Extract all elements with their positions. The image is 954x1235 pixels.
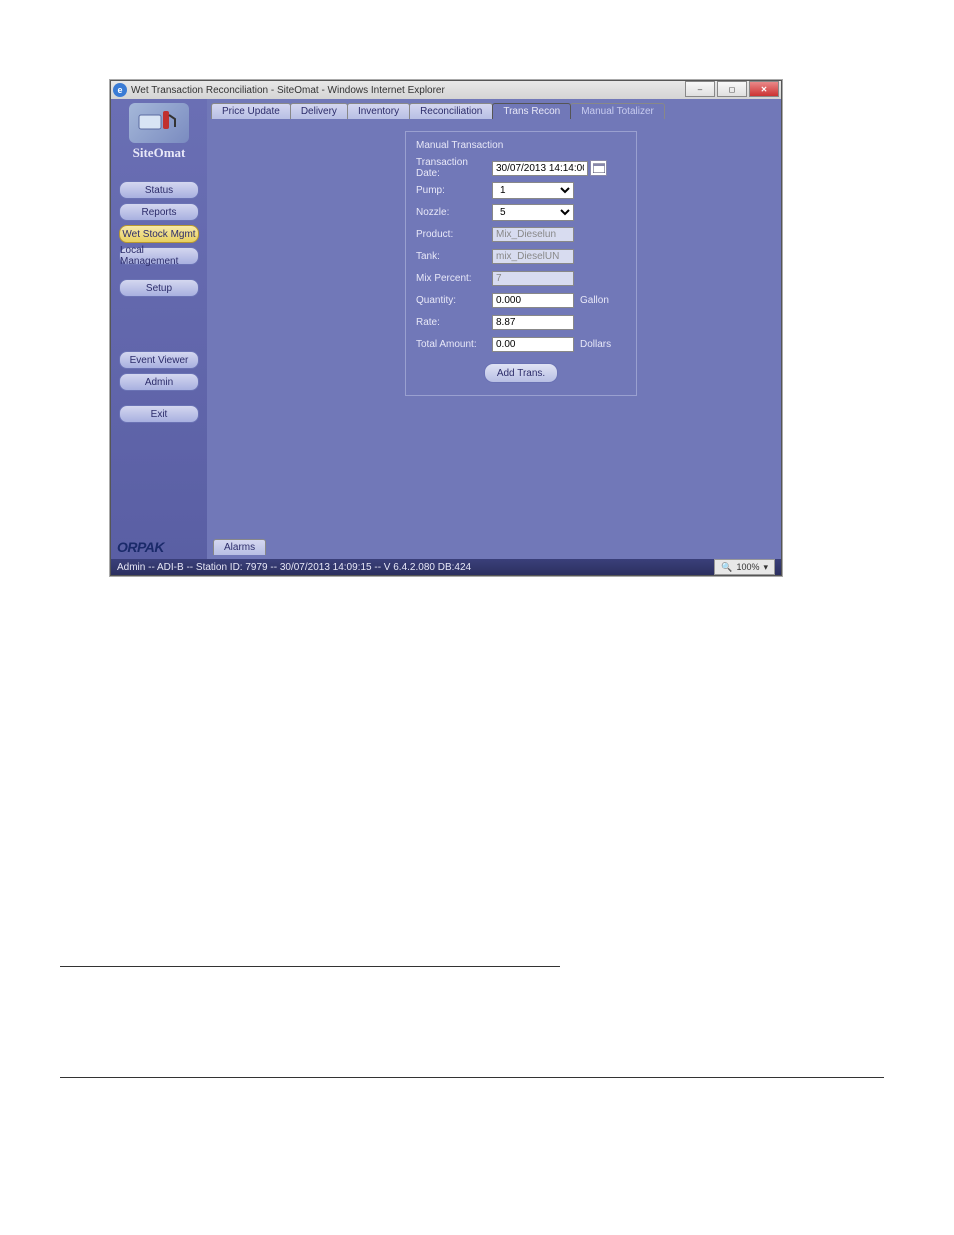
zoom-control[interactable]: 🔍 100% ▾ bbox=[714, 559, 775, 575]
main-content: Price Update Delivery Inventory Reconcil… bbox=[207, 99, 781, 559]
nav-local-management[interactable]: Local Management bbox=[119, 247, 199, 265]
label-transaction-date: Transaction Date: bbox=[416, 157, 492, 179]
add-trans-button[interactable]: Add Trans. bbox=[484, 363, 558, 383]
ie-icon: e bbox=[113, 83, 127, 97]
nav-status[interactable]: Status bbox=[119, 181, 199, 199]
nav-reports[interactable]: Reports bbox=[119, 203, 199, 221]
orpak-logo: ORPAK bbox=[117, 539, 164, 555]
status-bar: Admin -- ADI-B -- Station ID: 7979 -- 30… bbox=[111, 559, 781, 575]
logo-icon bbox=[129, 103, 189, 143]
panel-title: Manual Transaction bbox=[416, 140, 626, 151]
nav-admin[interactable]: Admin bbox=[119, 373, 199, 391]
tab-alarms[interactable]: Alarms bbox=[213, 539, 266, 555]
footer-rule-2 bbox=[60, 1077, 884, 1078]
status-text: Admin -- ADI-B -- Station ID: 7979 -- 30… bbox=[117, 562, 471, 573]
minimize-button[interactable]: – bbox=[685, 81, 715, 97]
tab-trans-recon[interactable]: Trans Recon bbox=[492, 103, 571, 119]
quantity-unit: Gallon bbox=[580, 295, 609, 306]
sidebar: SiteOmat Status Reports Wet Stock Mgmt L… bbox=[111, 99, 207, 559]
nav-setup[interactable]: Setup bbox=[119, 279, 199, 297]
nav-wet-stock-mgmt[interactable]: Wet Stock Mgmt bbox=[119, 225, 199, 243]
tab-inventory[interactable]: Inventory bbox=[347, 103, 410, 119]
rate-input[interactable] bbox=[492, 315, 574, 330]
nav-exit[interactable]: Exit bbox=[119, 405, 199, 423]
window-title: Wet Transaction Reconciliation - SiteOma… bbox=[131, 85, 445, 96]
total-amount-input[interactable] bbox=[492, 337, 574, 352]
nav-event-viewer[interactable]: Event Viewer bbox=[119, 351, 199, 369]
brand-label: SiteOmat bbox=[133, 145, 186, 161]
tab-reconciliation[interactable]: Reconciliation bbox=[409, 103, 493, 119]
tab-delivery[interactable]: Delivery bbox=[290, 103, 348, 119]
calendar-icon[interactable] bbox=[590, 160, 607, 176]
close-button[interactable]: ✕ bbox=[749, 81, 779, 97]
label-tank: Tank: bbox=[416, 251, 492, 262]
pump-select[interactable]: 1 bbox=[492, 182, 574, 199]
label-mix-percent: Mix Percent: bbox=[416, 273, 492, 284]
label-nozzle: Nozzle: bbox=[416, 207, 492, 218]
mix-percent-field bbox=[492, 271, 574, 286]
maximize-button[interactable]: ◻ bbox=[717, 81, 747, 97]
footer-rule-1 bbox=[60, 966, 560, 967]
tab-bar: Price Update Delivery Inventory Reconcil… bbox=[207, 101, 781, 119]
chevron-down-icon: ▾ bbox=[763, 562, 768, 573]
label-rate: Rate: bbox=[416, 317, 492, 328]
nozzle-select[interactable]: 5 bbox=[492, 204, 574, 221]
label-product: Product: bbox=[416, 229, 492, 240]
tab-price-update[interactable]: Price Update bbox=[211, 103, 291, 119]
tank-field bbox=[492, 249, 574, 264]
zoom-value: 100% bbox=[736, 562, 759, 572]
label-pump: Pump: bbox=[416, 185, 492, 196]
transaction-date-input[interactable] bbox=[492, 161, 588, 176]
total-unit: Dollars bbox=[580, 339, 611, 350]
manual-transaction-panel: Manual Transaction Transaction Date: Pum… bbox=[405, 131, 637, 396]
window-titlebar: e Wet Transaction Reconciliation - SiteO… bbox=[111, 81, 781, 99]
tab-manual-totalizer[interactable]: Manual Totalizer bbox=[570, 103, 665, 119]
label-quantity: Quantity: bbox=[416, 295, 492, 306]
label-total-amount: Total Amount: bbox=[416, 339, 492, 350]
product-field bbox=[492, 227, 574, 242]
magnifier-icon: 🔍 bbox=[721, 562, 732, 573]
quantity-input[interactable] bbox=[492, 293, 574, 308]
